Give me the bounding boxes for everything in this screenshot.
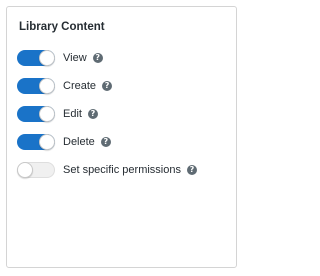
toggle-knob	[39, 78, 55, 94]
permission-row-view: View ?	[17, 50, 197, 66]
permission-label: Create	[63, 80, 97, 92]
panel-title: Library Content	[19, 21, 105, 33]
toggle-knob	[39, 50, 55, 66]
permission-label: Delete	[63, 136, 95, 148]
permission-label: View	[63, 52, 87, 64]
edit-toggle[interactable]	[17, 106, 55, 122]
permission-row-create: Create ?	[17, 78, 197, 94]
help-icon[interactable]: ?	[92, 53, 103, 63]
permission-row-delete: Delete ?	[17, 134, 197, 150]
view-toggle[interactable]	[17, 50, 55, 66]
toggle-knob	[17, 162, 33, 178]
help-icon[interactable]: ?	[102, 81, 113, 91]
permission-label: Edit	[63, 108, 82, 120]
toggle-knob	[39, 106, 55, 122]
delete-toggle[interactable]	[17, 134, 55, 150]
help-icon[interactable]: ?	[100, 137, 111, 147]
permission-row-edit: Edit ?	[17, 106, 197, 122]
permission-label: Set specific permissions	[63, 164, 181, 176]
toggle-knob	[39, 134, 55, 150]
permission-row-specific: Set specific permissions ?	[17, 162, 197, 178]
library-content-panel: Library Content View ? Create ? Edit ? D…	[6, 6, 237, 268]
permission-list: View ? Create ? Edit ? Delete ? Set spec…	[17, 50, 197, 190]
help-icon[interactable]: ?	[187, 165, 197, 175]
set-specific-permissions-toggle[interactable]	[17, 162, 55, 178]
help-icon[interactable]: ?	[87, 109, 98, 119]
create-toggle[interactable]	[17, 78, 55, 94]
